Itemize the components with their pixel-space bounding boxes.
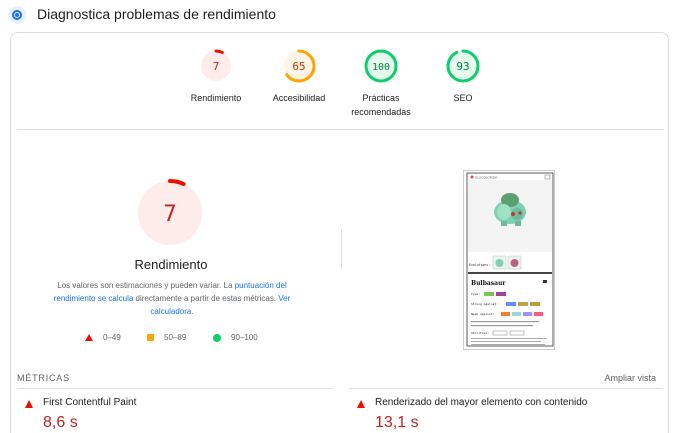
expand-view-button[interactable]: Ampliar vista — [604, 373, 656, 383]
diagnostics-icon — [8, 6, 26, 24]
divider — [17, 388, 333, 389]
svg-text:Strong against:: Strong against: — [471, 302, 498, 306]
page-title: Diagnostica problemas de rendimiento — [37, 6, 276, 22]
screenshot-content: GLUCOSORIDO Evolutions: Bulbasaur Type: … — [464, 171, 554, 349]
vertical-divider — [341, 229, 342, 269]
header: Diagnostica problemas de rendimiento — [0, 0, 690, 30]
triangle-icon — [25, 400, 33, 408]
score-label-line2: recomendadas — [351, 107, 411, 117]
svg-text:Bulbasaur: Bulbasaur — [471, 280, 506, 287]
score-value: 65 — [292, 60, 305, 73]
gauge-ring: 7 — [199, 49, 233, 83]
divider — [349, 388, 663, 389]
triangle-icon — [85, 334, 93, 341]
metric-lcp: Renderizado del mayor elemento con conte… — [357, 395, 657, 433]
performance-score: 7 — [163, 202, 176, 227]
performance-title: Rendimiento — [134, 257, 208, 272]
report-card: 7 Rendimiento 65 Accesibilidad 100 Práct… — [10, 32, 669, 433]
page-screenshot[interactable]: GLUCOSORIDO Evolutions: Bulbasaur Type: … — [463, 170, 555, 350]
metric-fcp: First Contentful Paint 8,6 s — [25, 395, 325, 433]
svg-text:Type:: Type: — [471, 292, 480, 296]
score-gauge-seo[interactable]: 93 SEO — [413, 49, 513, 105]
metric-name: Renderizado del mayor elemento con conte… — [375, 397, 588, 408]
metric-value: 8,6 s — [43, 414, 78, 431]
svg-text:GLUCOSORIDO: GLUCOSORIDO — [475, 176, 498, 180]
score-value: 93 — [456, 60, 469, 73]
divider — [17, 129, 664, 130]
circle-icon — [213, 333, 221, 342]
gauge-ring: 65 — [282, 49, 316, 83]
legend-fail: 0–49 — [85, 333, 121, 342]
svg-text:Abilities:: Abilities: — [471, 331, 489, 335]
legend-pass: 90–100 — [213, 333, 258, 342]
gauge-ring: 100 — [364, 49, 398, 83]
legend-average: 50–89 — [147, 333, 186, 342]
performance-description: Los valores son estimaciones y pueden va… — [53, 281, 291, 316]
metric-name: First Contentful Paint — [43, 397, 137, 408]
gauge-ring: 93 — [446, 49, 480, 83]
performance-gauge: 7 — [136, 179, 204, 247]
metric-value: 13,1 s — [375, 414, 419, 431]
score-label: SEO — [453, 93, 473, 103]
svg-text:Evolutions:: Evolutions: — [469, 263, 490, 267]
triangle-icon — [357, 400, 365, 408]
svg-text:Weak against:: Weak against: — [471, 312, 495, 316]
square-icon — [147, 334, 154, 341]
score-value: 100 — [372, 62, 390, 73]
metrics-heading: MÉTRICAS — [17, 373, 70, 383]
score-value: 7 — [213, 60, 220, 73]
